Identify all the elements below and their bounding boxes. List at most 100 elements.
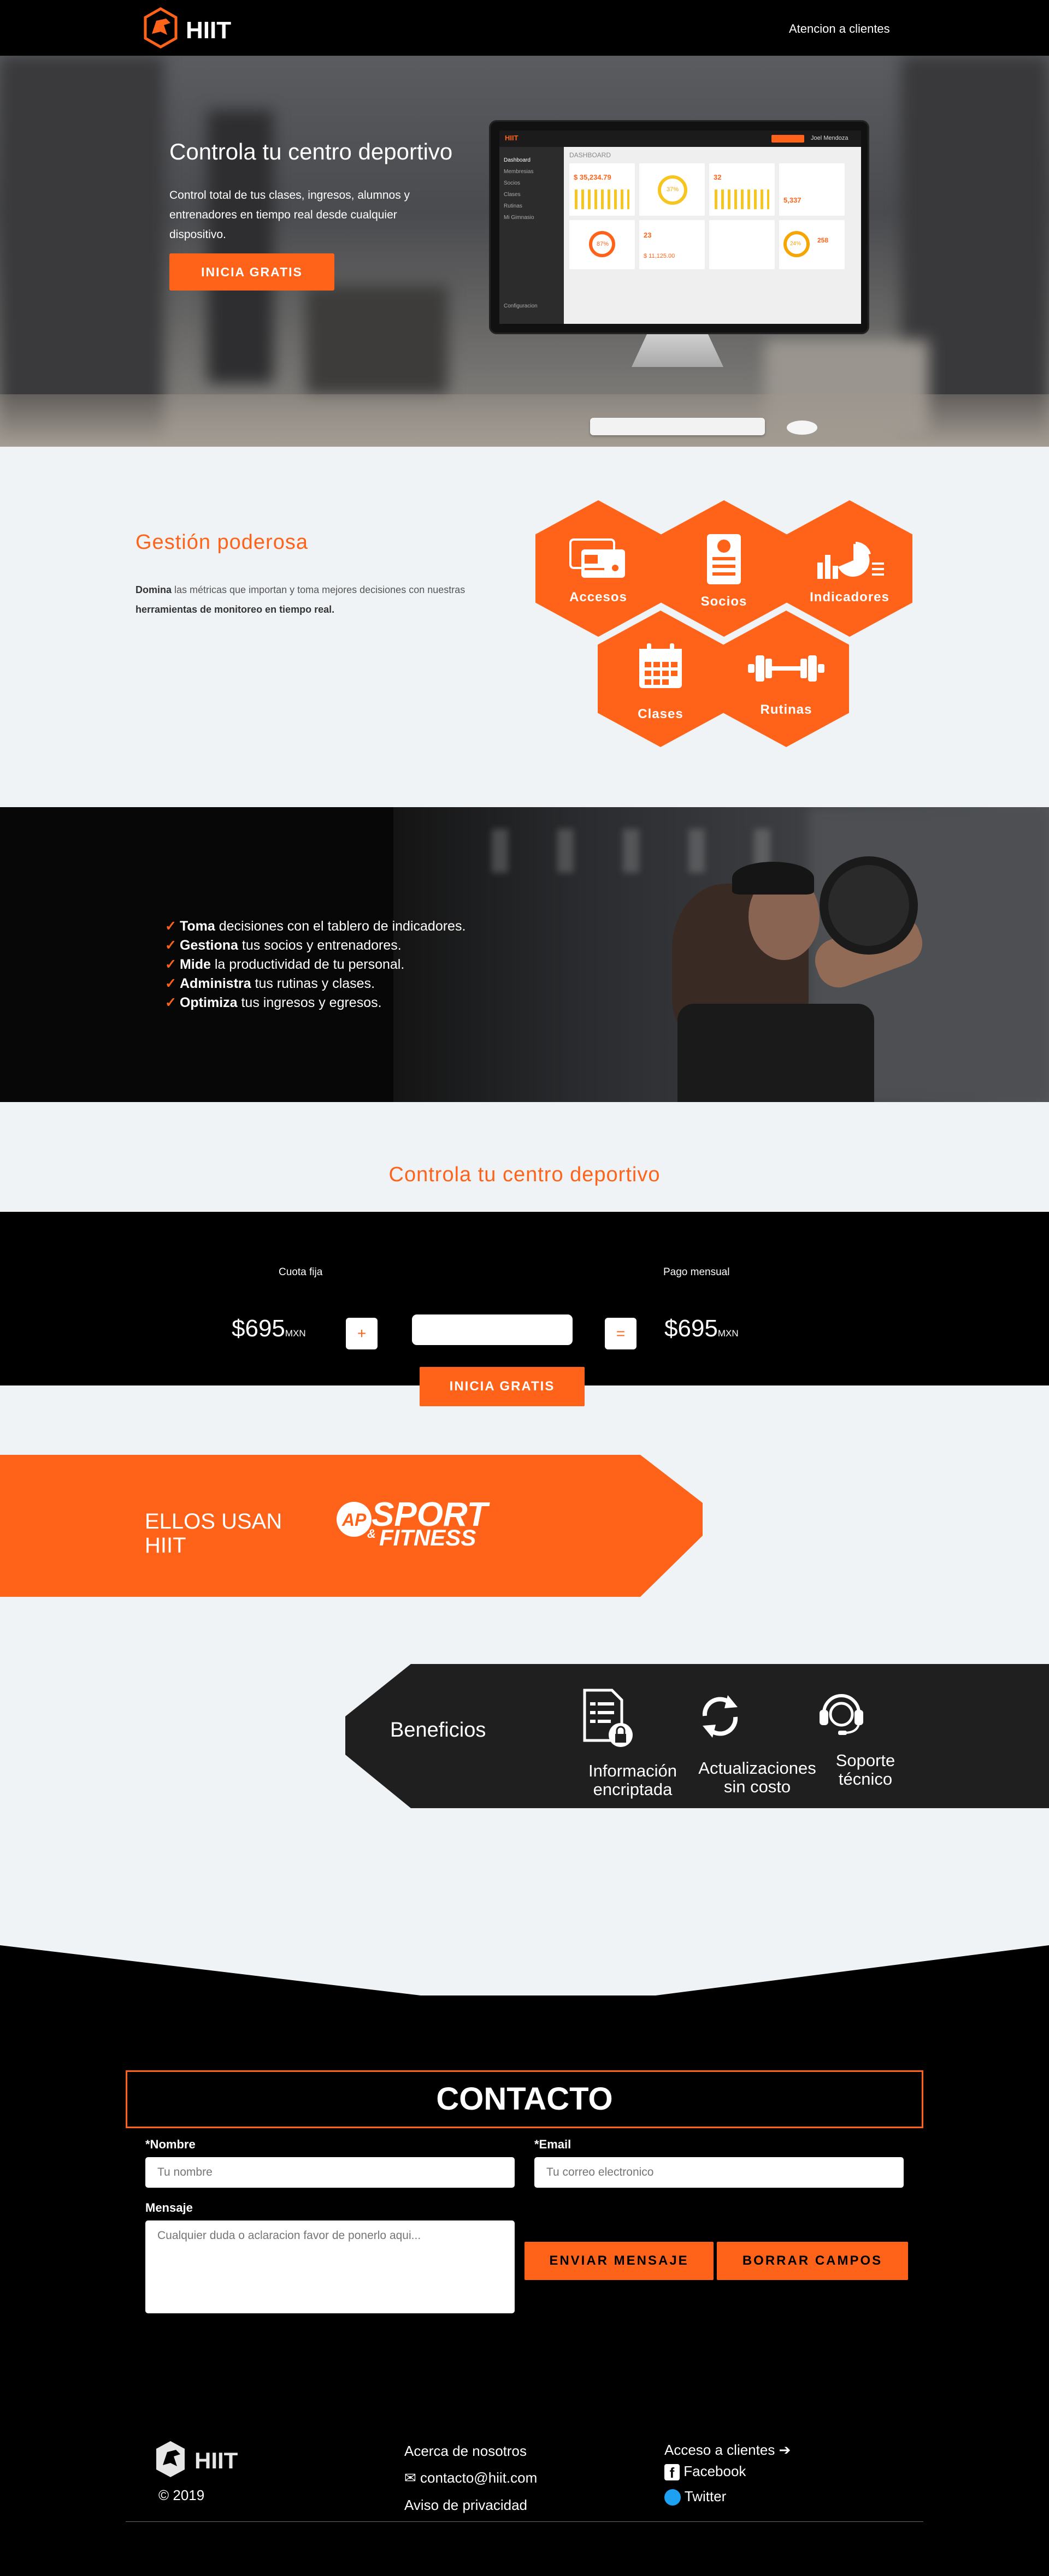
keyboard-image xyxy=(590,418,765,435)
dashboard-card xyxy=(709,220,775,269)
price-value: $695 xyxy=(664,1315,718,1342)
fixed-fee-label: Cuota fija xyxy=(279,1266,323,1278)
footer-client-access-link[interactable]: Acceso a clientes ➔ xyxy=(664,2442,791,2459)
hex-label: Indicadores xyxy=(810,590,889,605)
check-icon: ✓ xyxy=(165,976,176,991)
footer-hiit-logo[interactable]: HIIT xyxy=(151,2439,260,2482)
dashboard-card-value: 37% xyxy=(667,186,679,193)
athlete-section xyxy=(0,807,1049,1102)
benefit-label: Actualizaciones sin costo xyxy=(698,1758,816,1796)
member-profile-icon xyxy=(707,534,741,584)
nav-customer-support-link[interactable]: Atencion a clientes xyxy=(789,22,890,36)
dashboard-screen: HIIT Joel Mendoza Dashboard Membresias S… xyxy=(499,131,861,324)
pricing-start-free-button[interactable]: INICIA GRATIS xyxy=(420,1367,585,1406)
bullet-bold: Administra xyxy=(179,976,251,991)
dumbbell-icon xyxy=(748,655,824,682)
dashboard-user-name: Joel Mendoza xyxy=(811,135,848,141)
footer-email-text: contacto@hiit.com xyxy=(420,2470,538,2486)
logo-mark-text: AP xyxy=(341,1510,367,1530)
desc-bold: herramientas de monitoreo en tiempo real… xyxy=(135,604,335,615)
dashboard-card: 37% xyxy=(639,163,705,216)
logo-bottom-text: FITNESS xyxy=(379,1525,476,1550)
dashboard-card: $ 35,234.79 xyxy=(569,163,635,216)
athlete-photo xyxy=(393,807,1049,1102)
encrypted-document-icon xyxy=(583,1689,633,1747)
bullet-text: la productividad de tu personal. xyxy=(210,957,405,972)
dashboard-sidebar: Dashboard Membresias Socios Clases Rutin… xyxy=(499,147,564,324)
pricing-section xyxy=(0,1212,1049,1385)
monthly-fee-label: Pago mensual xyxy=(663,1266,730,1278)
twitter-icon xyxy=(664,2489,681,2506)
mouse-image xyxy=(787,421,817,435)
dashboard-card-value: 258 xyxy=(817,236,829,244)
check-icon: ✓ xyxy=(165,995,176,1010)
hex-label: Accesos xyxy=(569,590,627,605)
benefits-title: Beneficios xyxy=(390,1719,486,1742)
hex-label: Socios xyxy=(700,594,747,609)
feature-bullet: ✓ Gestiona tus socios y entrenadores. xyxy=(165,937,402,954)
bullet-bold: Gestiona xyxy=(179,938,238,953)
dashboard-sidebar-item: Socios xyxy=(504,180,521,186)
dashboard-card-value: 24% xyxy=(790,241,802,247)
clear-fields-button[interactable]: BORRAR CAMPOS xyxy=(717,2242,908,2280)
calendar-icon xyxy=(639,643,682,688)
bullet-bold: Mide xyxy=(179,957,211,972)
management-section xyxy=(0,447,1049,807)
clients-title: ELLOS USAN HIIT xyxy=(145,1509,282,1558)
hero-description: Control total de tus clases, ingresos, a… xyxy=(169,189,410,241)
equals-button[interactable]: = xyxy=(605,1318,637,1349)
headset-support-icon xyxy=(820,1694,863,1735)
check-icon: ✓ xyxy=(165,957,176,972)
dashboard-header: DASHBOARD xyxy=(569,151,611,159)
dashboard-action-button xyxy=(771,135,804,143)
pricing-title: Controla tu centro deportivo xyxy=(388,1163,661,1186)
dashboard-sidebar-item: Dashboard xyxy=(504,157,531,163)
message-textarea[interactable] xyxy=(145,2220,515,2313)
benefit-label: Información encriptada xyxy=(588,1761,677,1799)
hiit-logo[interactable]: HIIT xyxy=(140,7,249,50)
svg-text:HIIT: HIIT xyxy=(186,17,231,44)
price-currency: MXN xyxy=(717,1328,739,1339)
management-description: Domina las métricas que importan y toma … xyxy=(135,580,518,619)
bullet-text: decisiones con el tablero de indicadores… xyxy=(215,919,466,934)
send-message-button[interactable]: ENVIAR MENSAJE xyxy=(524,2242,714,2280)
footer-facebook-link[interactable]: f Facebook xyxy=(664,2463,746,2481)
footer-email-link[interactable]: ✉ contacto@hiit.com xyxy=(404,2470,537,2486)
bullet-text: tus socios y entrenadores. xyxy=(238,938,402,953)
dashboard-sidebar-item: Rutinas xyxy=(504,203,522,209)
chart-indicators-icon xyxy=(817,542,884,579)
dashboard-monitor-image: HIIT Joel Mendoza Dashboard Membresias S… xyxy=(489,120,869,334)
hero-title: Controla tu centro deportivo xyxy=(169,139,453,164)
dashboard-card-value: 23 xyxy=(644,231,652,239)
footer-twitter-link[interactable]: Twitter xyxy=(664,2488,726,2506)
benefit-label: Soporte técnico xyxy=(835,1751,895,1789)
bullet-bold: Toma xyxy=(179,919,215,934)
plus-button[interactable]: + xyxy=(346,1318,378,1349)
bullet-text: tus rutinas y clases. xyxy=(251,976,375,991)
dashboard-sidebar-item: Configuracion xyxy=(504,303,538,309)
dashboard-card: 23 $ 11,125.00 xyxy=(639,220,705,269)
name-input[interactable] xyxy=(145,2157,515,2188)
fixed-price: $695MXN xyxy=(232,1315,306,1342)
bullet-bold: Optimiza xyxy=(179,995,238,1010)
dashboard-card: 5,337 xyxy=(779,163,845,216)
message-label: Mensaje xyxy=(145,2201,193,2214)
dashboard-card: 32 xyxy=(709,163,775,216)
desc-bold: Domina xyxy=(135,584,172,595)
footer-about-link[interactable]: Acerca de nosotros xyxy=(404,2443,527,2460)
dashboard-sidebar-item: Mi Gimnasio xyxy=(504,215,534,221)
footer-privacy-link[interactable]: Aviso de privacidad xyxy=(404,2497,527,2514)
hex-label: Rutinas xyxy=(760,702,812,717)
feature-bullet: ✓ Toma decisiones con el tablero de indic… xyxy=(165,918,465,934)
dashboard-card: 24% 258 xyxy=(779,220,845,269)
ap-sport-fitness-logo: AP SPORT & FITNESS xyxy=(337,1496,491,1550)
dashboard-card: 87% xyxy=(569,220,635,269)
footer-divider xyxy=(126,2521,923,2522)
dashboard-card-value: $ 11,125.00 xyxy=(644,253,675,259)
feature-bullet: ✓ Mide la productividad de tu personal. xyxy=(165,956,404,973)
footer-twitter-text: Twitter xyxy=(684,2488,727,2504)
dashboard-card-value: $ 35,234.79 xyxy=(574,173,611,181)
email-input[interactable] xyxy=(534,2157,904,2188)
plan-quantity-input[interactable] xyxy=(412,1314,573,1345)
hero-start-free-button[interactable]: INICIA GRATIS xyxy=(169,253,334,291)
